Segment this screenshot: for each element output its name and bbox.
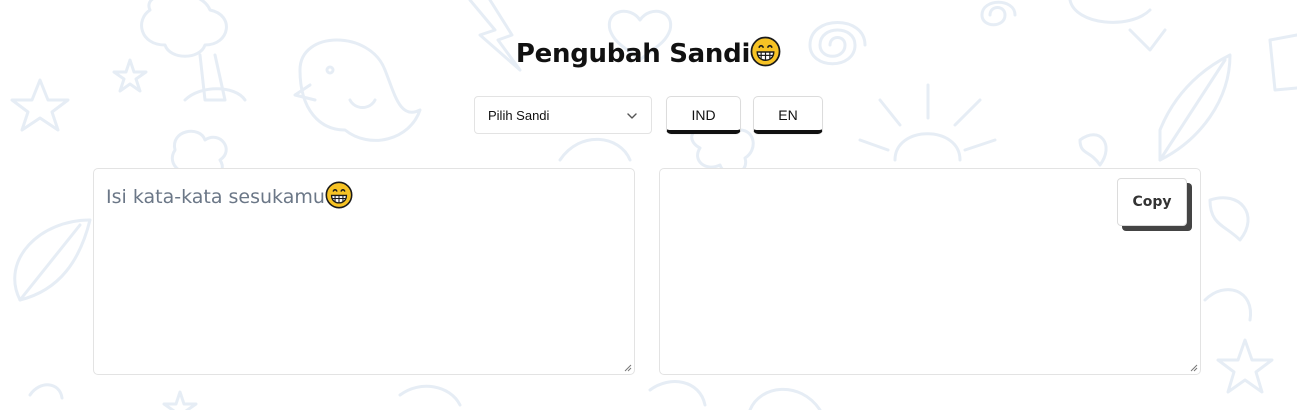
cipher-select-value: Pilih Sandi bbox=[488, 108, 550, 123]
output-panel: Copy bbox=[659, 168, 1201, 375]
page-title: Pengubah Sandi bbox=[0, 36, 1297, 69]
page-title-text: Pengubah Sandi bbox=[515, 39, 751, 69]
input-panel: Isi kata-kata sesukamu bbox=[93, 168, 635, 375]
cipher-select[interactable]: Pilih Sandi bbox=[474, 96, 652, 134]
grinning-face-icon bbox=[750, 36, 781, 67]
text-input[interactable] bbox=[94, 169, 634, 374]
chevron-down-icon bbox=[627, 113, 637, 119]
language-ind-button[interactable]: IND bbox=[666, 96, 741, 134]
page: Pengubah Sandi Pilih Sandi IND EN Isi ka… bbox=[0, 0, 1297, 410]
copy-button[interactable]: Copy bbox=[1117, 178, 1187, 226]
resize-handle-icon[interactable] bbox=[1190, 364, 1198, 372]
language-en-button[interactable]: EN bbox=[753, 96, 823, 134]
resize-handle-icon[interactable] bbox=[624, 364, 632, 372]
